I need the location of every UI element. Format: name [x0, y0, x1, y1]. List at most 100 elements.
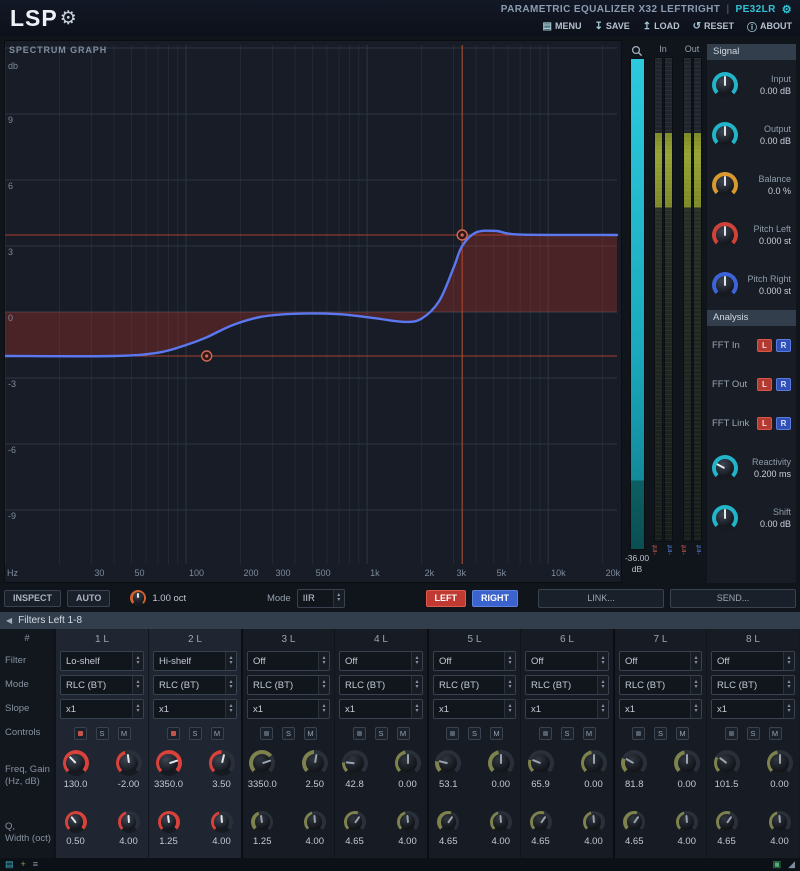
solo-button[interactable]: S: [561, 727, 574, 740]
resize-grip-icon[interactable]: ◢: [788, 860, 795, 869]
band-highlight-button[interactable]: [632, 727, 645, 740]
width-knob[interactable]: [304, 811, 326, 833]
q-knob[interactable]: [158, 811, 180, 833]
gain-knob[interactable]: [116, 750, 142, 776]
spinner-icon[interactable]: ▴▾: [411, 676, 422, 694]
mute-button[interactable]: M: [397, 727, 410, 740]
solo-button[interactable]: S: [654, 727, 667, 740]
gain-knob[interactable]: [209, 750, 235, 776]
q-knob[interactable]: [530, 811, 552, 833]
freq-knob[interactable]: [714, 750, 740, 776]
filter-mode-select[interactable]: RLC (BT)▴▾: [711, 675, 795, 695]
spinner-icon[interactable]: ▴▾: [132, 676, 143, 694]
width-knob[interactable]: [118, 811, 140, 833]
collapse-icon[interactable]: ◀: [6, 616, 12, 625]
mute-button[interactable]: M: [676, 727, 689, 740]
freq-knob[interactable]: [342, 750, 368, 776]
filter-slope-select[interactable]: x1▴▾: [525, 699, 609, 719]
width-knob[interactable]: [583, 811, 605, 833]
auto-button[interactable]: AUTO: [67, 590, 110, 607]
filter-mode-select[interactable]: RLC (BT)▴▾: [339, 675, 423, 695]
fft-left-toggle[interactable]: L: [757, 378, 772, 391]
spinner-icon[interactable]: ▴▾: [225, 652, 236, 670]
zoom-fader[interactable]: [630, 58, 645, 550]
solo-button[interactable]: S: [282, 727, 295, 740]
menu-item-menu[interactable]: ▤MENU: [543, 19, 582, 34]
spinner-icon[interactable]: ▴▾: [132, 652, 143, 670]
filter-type-select[interactable]: Off▴▾: [525, 651, 609, 671]
solo-button[interactable]: S: [747, 727, 760, 740]
filters-section-header[interactable]: ◀ Filters Left 1-8: [0, 612, 800, 629]
spinner-icon[interactable]: ▴▾: [504, 676, 515, 694]
band-highlight-button[interactable]: [539, 727, 552, 740]
mute-button[interactable]: M: [583, 727, 596, 740]
freq-knob[interactable]: [63, 750, 89, 776]
spectrum-graph-svg[interactable]: db9630-3-6-9Hz30501002003005001k2k3k5k10…: [5, 41, 621, 582]
q-knob[interactable]: [623, 811, 645, 833]
gain-knob[interactable]: [488, 750, 514, 776]
mute-button[interactable]: M: [304, 727, 317, 740]
menu-item-about[interactable]: ⓘABOUT: [747, 19, 792, 34]
menu-item-reset[interactable]: ↺RESET: [693, 19, 734, 34]
spinner-icon[interactable]: ▴▾: [690, 700, 701, 718]
fft-left-toggle[interactable]: L: [757, 417, 772, 430]
freq-knob[interactable]: [249, 750, 275, 776]
band-highlight-button[interactable]: [260, 727, 273, 740]
solo-button[interactable]: S: [375, 727, 388, 740]
filter-mode-select[interactable]: RLC (BT)▴▾: [153, 675, 237, 695]
filter-slope-select[interactable]: x1▴▾: [433, 699, 516, 719]
filter-type-select[interactable]: Off▴▾: [339, 651, 423, 671]
menu-item-save[interactable]: ↧SAVE: [594, 19, 629, 34]
status-icon[interactable]: ▣: [773, 860, 782, 869]
width-knob[interactable]: [211, 811, 233, 833]
filter-mode-select[interactable]: RLC (BT)▴▾: [247, 675, 330, 695]
gain-knob[interactable]: [395, 750, 421, 776]
q-knob[interactable]: [65, 811, 87, 833]
mode-select[interactable]: IIR ▴▾: [297, 589, 345, 608]
width-knob[interactable]: [676, 811, 698, 833]
q-knob[interactable]: [716, 811, 738, 833]
inspect-button[interactable]: INSPECT: [4, 590, 61, 607]
band-highlight-button[interactable]: [725, 727, 738, 740]
spinner-icon[interactable]: ▴▾: [690, 652, 701, 670]
spinner-icon[interactable]: ▴▾: [690, 676, 701, 694]
zoom-in-icon[interactable]: +: [21, 860, 26, 869]
solo-button[interactable]: S: [468, 727, 481, 740]
mute-button[interactable]: M: [118, 727, 131, 740]
spinner-icon[interactable]: ▴▾: [225, 676, 236, 694]
filter-slope-select[interactable]: x1▴▾: [711, 699, 795, 719]
input-knob[interactable]: [712, 72, 738, 98]
filter-mode-select[interactable]: RLC (BT)▴▾: [525, 675, 609, 695]
spinner-icon[interactable]: ▴▾: [411, 700, 422, 718]
filter-slope-select[interactable]: x1▴▾: [619, 699, 702, 719]
fft-right-toggle[interactable]: R: [776, 417, 791, 430]
filter-type-select[interactable]: Off▴▾: [247, 651, 330, 671]
spinner-icon[interactable]: ▴▾: [504, 700, 515, 718]
gain-knob[interactable]: [674, 750, 700, 776]
filter-slope-select[interactable]: x1▴▾: [60, 699, 144, 719]
freq-knob[interactable]: [621, 750, 647, 776]
filter-slope-select[interactable]: x1▴▾: [339, 699, 423, 719]
fft-right-toggle[interactable]: R: [776, 378, 791, 391]
spinner-icon[interactable]: ▴▾: [783, 652, 794, 670]
spinner-icon[interactable]: ▴▾: [783, 700, 794, 718]
width-knob[interactable]: [490, 811, 512, 833]
spinner-icon[interactable]: ▴▾: [225, 700, 236, 718]
shift-knob[interactable]: [712, 505, 738, 531]
spinner-icon[interactable]: ▴▾: [132, 700, 143, 718]
mute-button[interactable]: M: [211, 727, 224, 740]
filter-mode-select[interactable]: RLC (BT)▴▾: [60, 675, 144, 695]
filter-type-select[interactable]: Lo-shelf▴▾: [60, 651, 144, 671]
freq-knob[interactable]: [528, 750, 554, 776]
gain-knob[interactable]: [767, 750, 793, 776]
pitch-left-knob[interactable]: [712, 222, 738, 248]
filter-slope-select[interactable]: x1▴▾: [153, 699, 237, 719]
output-knob[interactable]: [712, 122, 738, 148]
band-highlight-button[interactable]: [446, 727, 459, 740]
octave-knob[interactable]: [130, 590, 146, 606]
reactivity-knob[interactable]: [712, 455, 738, 481]
left-channel-button[interactable]: LEFT: [426, 590, 467, 607]
spinner-icon[interactable]: ▴▾: [333, 590, 344, 607]
mute-button[interactable]: M: [769, 727, 782, 740]
pitch-right-knob[interactable]: [712, 272, 738, 298]
